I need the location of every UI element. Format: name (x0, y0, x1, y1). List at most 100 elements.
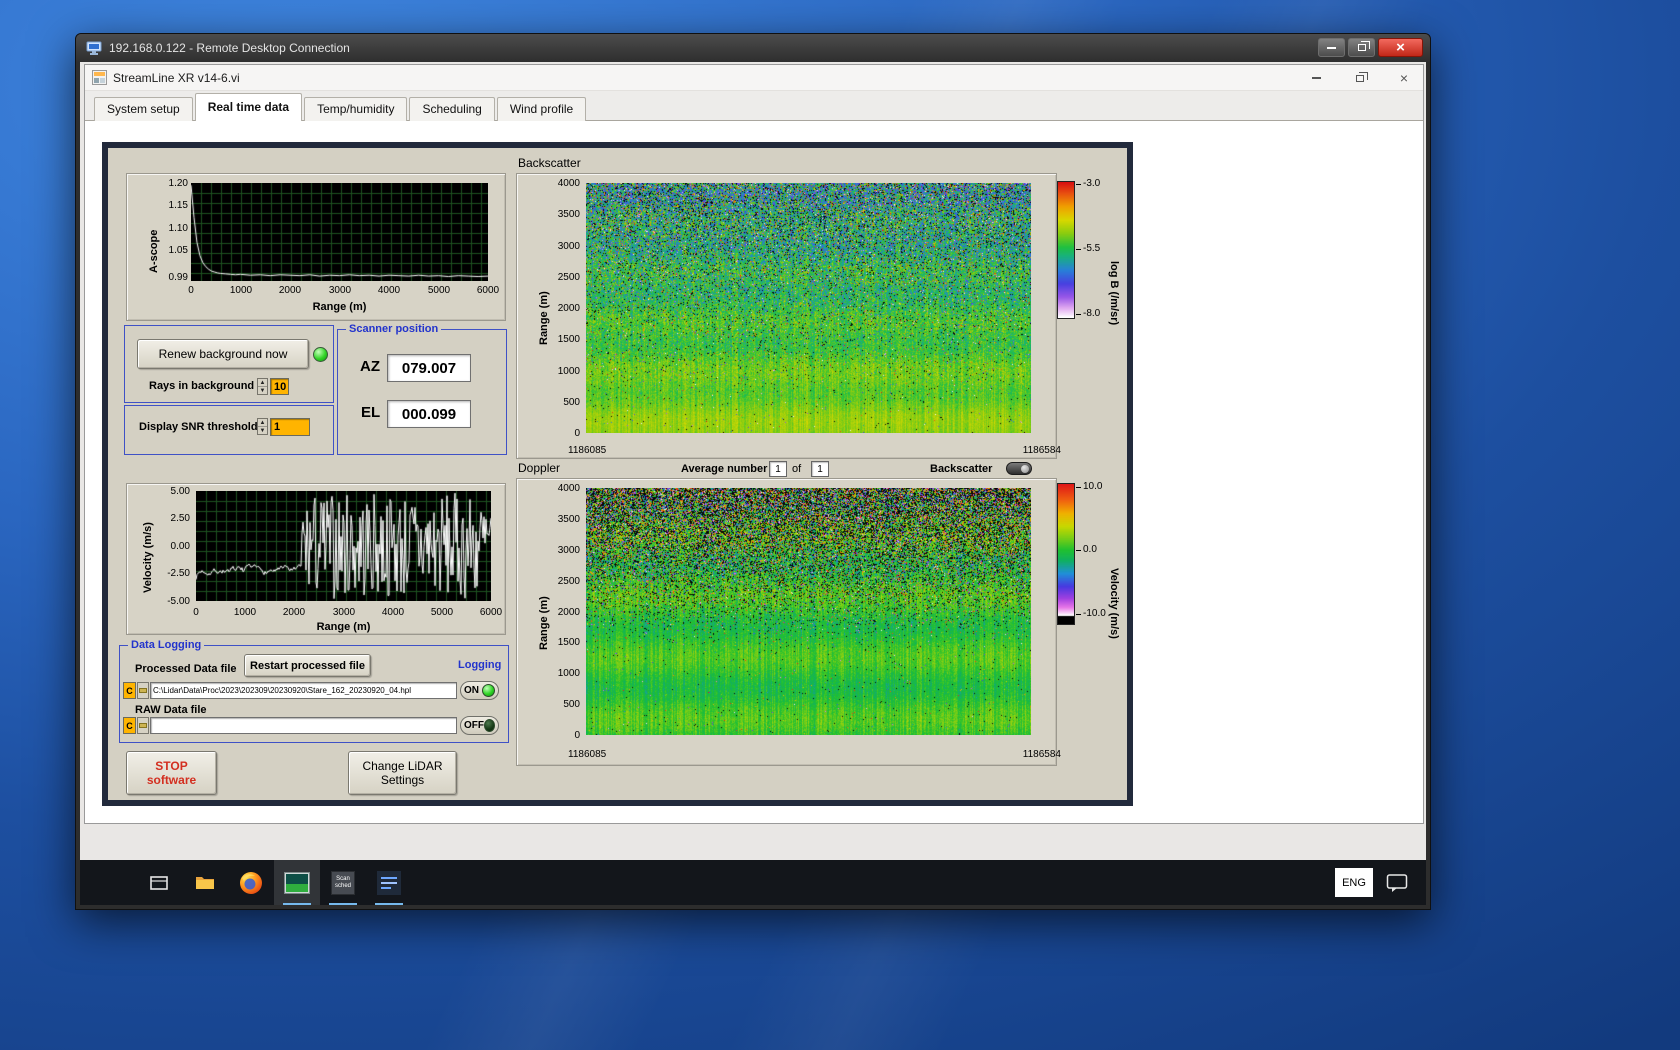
change-lidar-settings-button[interactable]: Change LiDAR Settings (348, 751, 457, 795)
axis-tick: 5000 (430, 607, 454, 618)
raw-data-file-label: RAW Data file (135, 704, 207, 716)
axis-tick: 1.20 (168, 178, 188, 189)
logging-label: Logging (458, 659, 502, 671)
backscatter-toggle-switch[interactable] (1006, 462, 1032, 475)
axis-tick: 2000 (557, 303, 580, 314)
time-axis-end: 1186584 (1022, 445, 1061, 456)
backscatter-colorbar (1057, 181, 1075, 319)
average-total-field[interactable]: 1 (811, 461, 829, 477)
rays-in-background-label: Rays in background (149, 380, 255, 392)
axis-tick: 2.50 (170, 513, 190, 524)
axis-tick: 3000 (332, 607, 356, 618)
firefox-button[interactable] (228, 860, 274, 905)
raw-path-field[interactable] (150, 717, 457, 734)
remote-desktop: StreamLine XR v14-6.vi × System setup Re… (80, 62, 1426, 905)
rdp-window: 192.168.0.122 - Remote Desktop Connectio… (75, 33, 1431, 910)
doppler-title: Doppler (518, 461, 561, 475)
renew-background-button[interactable]: Renew background now (137, 339, 309, 369)
axis-tick: 6000 (476, 285, 500, 296)
average-number-field[interactable]: 1 (769, 461, 787, 477)
restore-icon (1356, 71, 1368, 82)
tab-wind-profile[interactable]: Wind profile (496, 97, 587, 121)
raw-browse-button[interactable] (137, 717, 149, 734)
average-number-label: Average number (681, 463, 768, 475)
stop-software-button[interactable]: STOP software (126, 751, 217, 795)
app-titlebar[interactable]: StreamLine XR v14-6.vi × (85, 65, 1423, 91)
desktop: 192.168.0.122 - Remote Desktop Connectio… (0, 0, 1680, 1050)
change-line1: Change LiDAR (362, 759, 443, 773)
notes-app-icon (377, 870, 401, 895)
background-led (313, 347, 328, 362)
app-close-button[interactable]: × (1395, 69, 1413, 87)
scanner-position-box: Scanner position AZ 079.007 EL 000.099 (337, 323, 507, 455)
axis-tick: 2500 (557, 272, 580, 283)
axis-tick: 3000 (557, 241, 580, 252)
axis-tick: 4000 (557, 178, 580, 189)
doppler-colorbar-label: Velocity (m/s) (1108, 567, 1120, 639)
el-value: 000.099 (387, 400, 471, 428)
axis-tick: 500 (563, 699, 580, 710)
logging-on-led (482, 684, 495, 697)
backscatter-colorbar-label: log B (/m/sr) (1108, 260, 1120, 326)
axis-tick: 1.05 (168, 245, 188, 256)
scan-scheduler-button[interactable]: Scan sched (320, 860, 366, 905)
of-label: of (792, 463, 802, 475)
streamline-app-icon (284, 871, 310, 894)
file-explorer-icon (196, 876, 214, 889)
minimize-icon (1311, 77, 1321, 79)
app-restore-button[interactable] (1351, 69, 1369, 87)
axis-tick: 2000 (282, 607, 306, 618)
tab-real-time-data[interactable]: Real time data (194, 93, 303, 121)
rdp-minimize-button[interactable] (1318, 38, 1345, 57)
tab-temp-humidity[interactable]: Temp/humidity (304, 97, 408, 121)
task-view-icon (150, 875, 168, 890)
restart-processed-file-button[interactable]: Restart processed file (244, 654, 371, 677)
colorbar-tick: -3.0 (1076, 179, 1100, 189)
app-minimize-button[interactable] (1307, 69, 1325, 87)
scan-scheduler-icon: Scan sched (331, 870, 355, 895)
axis-tick: 1000 (557, 668, 580, 679)
axis-tick: 500 (563, 397, 580, 408)
task-view-button[interactable] (136, 860, 182, 905)
axis-tick: 0 (574, 730, 580, 741)
axis-tick: 0.99 (168, 272, 188, 283)
raw-drive-selector[interactable]: C (123, 717, 136, 734)
axis-tick: 3500 (557, 514, 580, 525)
time-axis-end: 1186584 (1022, 749, 1061, 760)
colorbar-tick: 0.0 (1076, 545, 1097, 555)
snr-box: Display SNR threshold ▲ ▼ 1 (124, 405, 334, 455)
rdp-title: 192.168.0.122 - Remote Desktop Connectio… (109, 41, 350, 55)
axis-tick: 0 (193, 607, 199, 618)
notes-app-button[interactable] (366, 860, 412, 905)
rdp-titlebar[interactable]: 192.168.0.122 - Remote Desktop Connectio… (76, 34, 1430, 62)
el-label: EL (361, 404, 381, 421)
rdp-close-button[interactable]: × (1378, 38, 1423, 57)
backscatter-toggle-label: Backscatter (930, 463, 993, 475)
colorbar-tick: 10.0 (1076, 482, 1102, 492)
axis-tick: 3500 (557, 209, 580, 220)
processed-logging-toggle[interactable]: ON (460, 681, 499, 700)
rays-stepper[interactable]: ▲ ▼ (257, 378, 268, 395)
streamline-app-button[interactable] (274, 860, 320, 905)
folder-icon (139, 688, 147, 693)
front-panel-frame: A-scope 1.20 1.15 1.10 1.05 0.99 0 1000 … (102, 142, 1133, 806)
axis-tick: 6000 (479, 607, 503, 618)
processed-path-field[interactable]: C:\Lidar\Data\Proc\2023\202309\20230920\… (150, 682, 457, 699)
tab-content: A-scope 1.20 1.15 1.10 1.05 0.99 0 1000 … (85, 122, 1423, 823)
snr-stepper[interactable]: ▲ ▼ (257, 418, 268, 435)
rdp-restore-button[interactable] (1348, 38, 1375, 57)
processed-browse-button[interactable] (137, 682, 149, 699)
raw-logging-toggle[interactable]: OFF (460, 716, 499, 735)
snr-value-field[interactable]: 1 (270, 418, 310, 436)
rays-value-field[interactable]: 10 (270, 378, 289, 395)
backscatter-title: Backscatter (518, 156, 581, 170)
action-center-button[interactable] (1386, 873, 1408, 893)
labview-vi-icon (92, 70, 107, 85)
tab-scheduling[interactable]: Scheduling (409, 97, 495, 121)
processed-drive-selector[interactable]: C (123, 682, 136, 699)
restart-processed-file-label: Restart processed file (250, 659, 365, 672)
tab-bar: System setup Real time data Temp/humidit… (85, 91, 1423, 121)
tab-system-setup[interactable]: System setup (94, 97, 193, 121)
language-indicator[interactable]: ENG (1335, 868, 1373, 897)
file-explorer-button[interactable] (182, 860, 228, 905)
